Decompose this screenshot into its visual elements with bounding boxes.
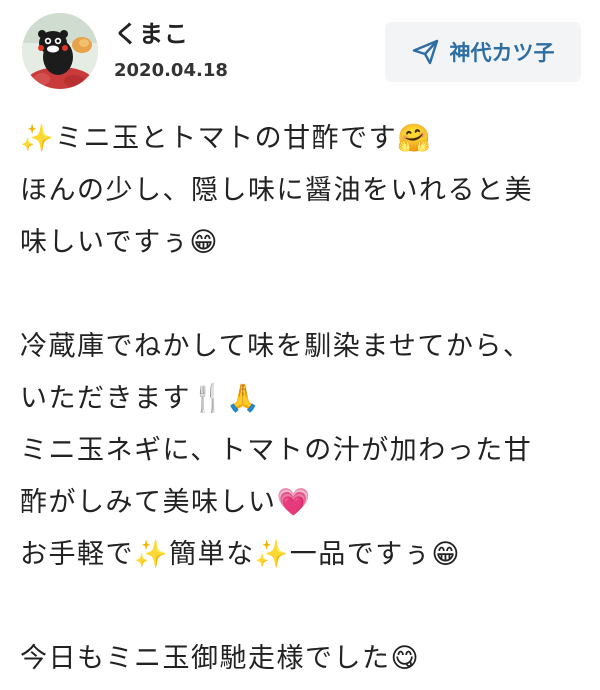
post-body-line: ✨ミニ玉とトマトの甘酢です🤗 — [20, 123, 433, 154]
post-body: ✨ミニ玉とトマトの甘酢です🤗 ほんの少し、隠し味に醤油をいれると美 味しいですぅ… — [20, 113, 586, 685]
post-body-line: 今日もミニ玉御馳走様でした😋 — [20, 643, 421, 674]
post-body-line: ほんの少し、隠し味に醤油をいれると美 — [20, 175, 533, 206]
post-body-line — [20, 269, 586, 321]
source-user-label: 神代カツ子 — [449, 41, 555, 65]
avatar[interactable] — [22, 13, 98, 89]
post-body-line: いただきます🍴🙏 — [20, 383, 262, 414]
username[interactable]: くまこ — [114, 14, 189, 49]
post-date: 2020.04.18 — [114, 60, 228, 81]
post-header: くまこ 2020.04.18 神代カツ子 — [0, 0, 600, 100]
post-body-line — [20, 581, 586, 633]
kumamon-avatar-icon — [22, 13, 98, 89]
post-body-line: ミニ玉ネギに、トマトの汁が加わった甘 — [20, 435, 533, 466]
post-body-line: お手軽で✨簡単な✨一品ですぅ😁 — [20, 539, 462, 570]
send-icon — [412, 39, 440, 65]
post-body-line: 酢がしみて美味しい💗 — [20, 487, 312, 518]
source-user-button[interactable]: 神代カツ子 — [385, 22, 581, 82]
post-body-line: 味しいですぅ😁 — [20, 227, 220, 258]
post-body-line: 冷蔵庫でねかして味を馴染ませてから、 — [20, 331, 532, 362]
